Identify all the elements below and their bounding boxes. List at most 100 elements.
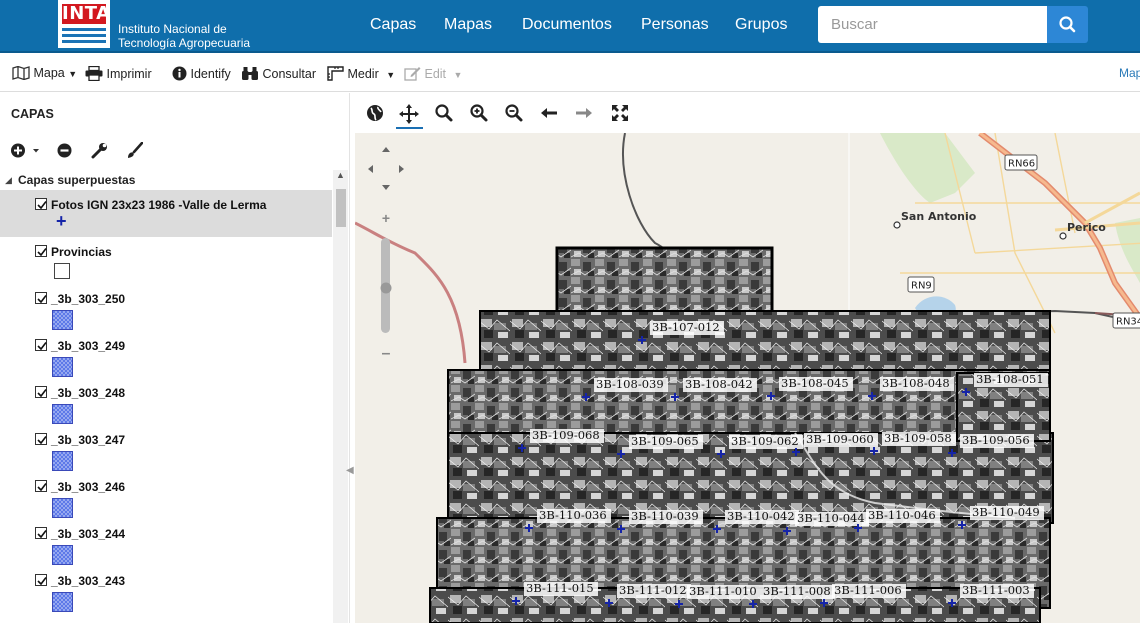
identify-label: Identify — [190, 67, 231, 81]
top-navbar: INTA Instituto Nacional de Tecnología Ag… — [0, 0, 1140, 53]
photo-label: 3B-111-006 — [834, 583, 902, 597]
nav-capas[interactable]: Capas — [370, 16, 416, 34]
layer-name[interactable]: _3b_303_248 — [51, 386, 125, 400]
photo-label: 3B-111-008 — [763, 584, 831, 598]
town-marker — [1059, 232, 1067, 240]
layer-visibility-checkbox[interactable] — [35, 339, 47, 351]
zoom-minus-icon[interactable]: – — [382, 345, 391, 362]
identify-button[interactable]: Identify — [172, 66, 231, 81]
layer-visibility-checkbox[interactable] — [35, 527, 47, 539]
zoom-box-icon[interactable] — [434, 103, 454, 123]
layer-style-button[interactable] — [126, 141, 144, 164]
map-layer[interactable]: San Antonio Perico RN66 RN9 RN34 3B-107-012… — [355, 133, 1140, 623]
info-icon — [172, 66, 187, 81]
layer-row[interactable]: _3b_303_246 — [0, 472, 332, 519]
nav-documentos[interactable]: Documentos — [522, 16, 612, 34]
inta-logo[interactable]: INTA Instituto Nacional de Tecnología Ag… — [58, 0, 258, 53]
photo-label: 3B-110-036 — [539, 508, 607, 522]
nav-personas[interactable]: Personas — [641, 16, 709, 34]
map-canvas[interactable]: San Antonio Perico RN66 RN9 RN34 3B-107-012… — [355, 133, 1140, 623]
layer-name[interactable]: Fotos IGN 23x23 1986 -Valle de Lerma — [51, 198, 266, 212]
medir-menu[interactable]: Medir ▼ — [327, 66, 395, 81]
map-icon — [12, 65, 30, 81]
layer-row[interactable]: _3b_303_249 — [0, 331, 332, 378]
layer-visibility-checkbox[interactable] — [35, 292, 47, 304]
town-marker — [893, 221, 901, 229]
photo-label: 3B-109-065 — [631, 434, 699, 448]
photo-label: 3B-110-049 — [972, 505, 1040, 519]
zoom-out-icon[interactable] — [504, 103, 524, 123]
consultar-button[interactable]: Consultar — [241, 66, 316, 81]
layer-name[interactable]: _3b_303_244 — [51, 527, 125, 541]
full-extent-icon[interactable] — [610, 103, 630, 123]
back-arrow-icon[interactable] — [539, 103, 559, 123]
collapse-panel-icon[interactable]: ◀ — [346, 465, 354, 476]
layer-settings-button[interactable] — [91, 142, 108, 164]
layer-row[interactable]: _3b_303_247 — [0, 425, 332, 472]
search-button[interactable] — [1047, 6, 1088, 43]
zoom-slider-handle[interactable] — [380, 282, 392, 294]
wrench-icon — [91, 143, 107, 159]
org-name-line2: Tecnología Agropecuaria — [118, 36, 251, 50]
layer-group-label[interactable]: Capas superpuestas — [18, 173, 135, 187]
scrollbar[interactable]: ▲ — [333, 170, 348, 623]
layer-name[interactable]: Provincias — [51, 245, 112, 259]
layer-row[interactable]: _3b_303_248 — [0, 378, 332, 425]
hatched-fill-legend-icon — [52, 545, 73, 565]
layer-visibility-checkbox[interactable] — [35, 198, 47, 210]
layer-name[interactable]: _3b_303_243 — [51, 574, 125, 588]
layer-visibility-checkbox[interactable] — [35, 480, 47, 492]
photo-label: 3B-110-039 — [631, 509, 699, 523]
mapa-menu[interactable]: Mapa ▼ — [12, 65, 77, 81]
edit-label: Edit — [424, 67, 447, 81]
forward-arrow-icon[interactable] — [574, 103, 594, 123]
layer-visibility-checkbox[interactable] — [35, 433, 47, 445]
pan-icon[interactable] — [398, 103, 420, 125]
photo-label: 3B-109-060 — [806, 432, 874, 446]
layer-row[interactable]: Fotos IGN 23x23 1986 -Valle de Lerma + — [0, 190, 332, 237]
remove-layer-button[interactable] — [56, 142, 73, 164]
layer-name[interactable]: _3b_303_250 — [51, 292, 125, 306]
zoom-in-icon[interactable] — [469, 103, 489, 123]
layer-name[interactable]: _3b_303_246 — [51, 480, 125, 494]
map-link[interactable]: Map — [1119, 66, 1140, 80]
layer-row[interactable]: _3b_303_243 — [0, 566, 332, 613]
nav-mapas[interactable]: Mapas — [444, 16, 492, 34]
photo-label: 3B-107-012 — [652, 320, 720, 334]
layer-list: Fotos IGN 23x23 1986 -Valle de Lerma + Pro… — [0, 190, 332, 623]
layers-panel: CAPAS ◢ Capas superpuestas Fotos IGN 23x… — [0, 93, 354, 623]
caret-down-icon[interactable]: ◢ — [5, 175, 12, 186]
scroll-up-icon[interactable]: ▲ — [336, 170, 345, 180]
caret-down-icon: ▼ — [453, 70, 463, 80]
brush-icon — [128, 141, 144, 158]
active-tool-underline — [396, 127, 423, 129]
layer-name[interactable]: _3b_303_249 — [51, 339, 125, 353]
layer-row[interactable]: _3b_303_244 — [0, 519, 332, 566]
ruler-icon — [327, 66, 344, 81]
scrollbar-thumb[interactable] — [336, 189, 346, 227]
place-label: Perico — [1067, 221, 1106, 234]
imprimir-button[interactable]: Imprimir — [85, 65, 152, 82]
photo-label: 3B-111-015 — [526, 581, 594, 595]
search-input[interactable]: Buscar — [818, 6, 1047, 43]
photo-label: 3B-110-044 — [797, 511, 865, 525]
layer-visibility-checkbox[interactable] — [35, 245, 47, 257]
layer-row[interactable]: _3b_303_250 — [0, 284, 332, 331]
inta-logo-mark: INTA — [58, 0, 110, 48]
layer-visibility-checkbox[interactable] — [35, 386, 47, 398]
layer-visibility-checkbox[interactable] — [35, 574, 47, 586]
hatched-fill-legend-icon — [52, 451, 73, 471]
photo-label: 3B-110-042 — [727, 509, 795, 523]
photo-label: 3B-108-051 — [976, 372, 1044, 386]
search-icon — [1059, 16, 1076, 33]
add-circle-icon — [11, 143, 39, 158]
photo-label: 3B-108-042 — [685, 377, 753, 391]
edit-menu[interactable]: Edit ▼ — [404, 66, 462, 81]
zoom-plus-icon[interactable]: + — [382, 210, 390, 226]
hatched-fill-legend-icon — [52, 357, 73, 377]
globe-icon[interactable] — [365, 103, 385, 123]
layer-name[interactable]: _3b_303_247 — [51, 433, 125, 447]
nav-grupos[interactable]: Grupos — [735, 16, 787, 34]
add-layer-button[interactable] — [10, 142, 44, 164]
layer-row[interactable]: Provincias — [0, 237, 332, 284]
